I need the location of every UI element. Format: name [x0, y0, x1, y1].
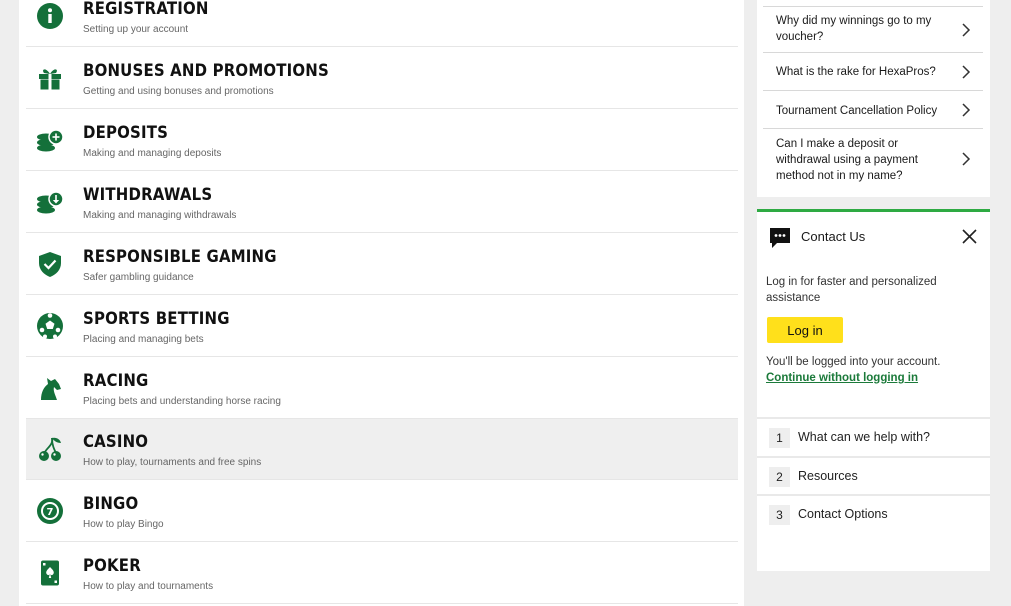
category-description: Placing and managing bets: [83, 334, 204, 345]
category-casino[interactable]: CASINO How to play, tournaments and free…: [26, 419, 738, 480]
category-bonuses[interactable]: BONUSES AND PROMOTIONS Getting and using…: [26, 48, 738, 109]
faq-item[interactable]: Can I make a deposit or withdrawal using…: [763, 128, 983, 188]
logged-in-note: You'll be logged into your account.: [766, 356, 941, 368]
faq-question: Tournament Cancellation Policy: [776, 105, 938, 117]
playing-card-icon: [35, 558, 65, 588]
step-number: 2: [769, 467, 790, 487]
soccer-ball-icon: [35, 311, 65, 341]
category-title: REGISTRATION: [83, 0, 209, 19]
contact-title: Contact Us: [801, 229, 866, 244]
chevron-right-icon: [962, 64, 971, 79]
faq-question: Can I make a deposit or withdrawal using…: [776, 138, 918, 182]
faq-list: Why did my winnings go to my voucher? Wh…: [757, 0, 990, 197]
svg-text:7: 7: [47, 507, 54, 518]
category-racing[interactable]: RACING Placing bets and understanding ho…: [26, 358, 738, 419]
category-responsible-gaming[interactable]: RESPONSIBLE GAMING Safer gambling guidan…: [26, 234, 738, 295]
close-icon[interactable]: [962, 229, 977, 244]
shield-check-icon: [35, 249, 65, 279]
step-label: Contact Options: [798, 507, 888, 521]
category-description: How to play and tournaments: [83, 581, 214, 592]
chevron-right-icon: [962, 102, 971, 117]
step-number: 1: [769, 428, 790, 448]
category-description: Making and managing withdrawals: [83, 210, 237, 221]
category-deposits[interactable]: DEPOSITS Making and managing deposits: [26, 110, 738, 171]
chevron-right-icon: [962, 22, 971, 37]
category-title: BONUSES AND PROMOTIONS: [83, 61, 329, 81]
category-poker[interactable]: POKER How to play and tournaments: [26, 543, 738, 604]
faq-item[interactable]: Why did my winnings go to my voucher?: [763, 6, 983, 52]
faq-question: What is the rake for HexaPros?: [776, 66, 936, 78]
category-title: POKER: [83, 556, 141, 576]
category-description: How to play, tournaments and free spins: [83, 457, 262, 468]
gift-icon: [35, 63, 65, 93]
continue-without-login-link[interactable]: Continue without logging in: [766, 372, 918, 384]
category-description: Safer gambling guidance: [83, 272, 194, 283]
coins-plus-icon: [35, 125, 65, 155]
step-help-topic[interactable]: 1 What can we help with?: [757, 417, 990, 455]
contact-us-panel: Contact Us Log in for faster and persona…: [757, 209, 990, 571]
step-resources[interactable]: 2 Resources: [757, 456, 990, 494]
category-registration[interactable]: REGISTRATION Setting up your account: [26, 0, 738, 47]
chevron-right-icon: [962, 151, 971, 166]
category-title: BINGO: [83, 494, 139, 514]
category-description: Getting and using bonuses and promotions: [83, 86, 274, 97]
category-title: RACING: [83, 371, 149, 391]
category-title: RESPONSIBLE GAMING: [83, 247, 277, 267]
category-description: Setting up your account: [83, 24, 189, 35]
category-title: WITHDRAWALS: [83, 185, 213, 205]
category-bingo[interactable]: 7 BINGO How to play Bingo: [26, 481, 738, 542]
category-description: Making and managing deposits: [83, 148, 222, 159]
category-title: SPORTS BETTING: [83, 309, 230, 329]
category-title: DEPOSITS: [83, 123, 169, 143]
coins-down-icon: [35, 187, 65, 217]
faq-question: Why did my winnings go to my voucher?: [776, 15, 932, 43]
category-title: CASINO: [83, 432, 149, 452]
horse-icon: [35, 373, 65, 403]
category-description: How to play Bingo: [83, 519, 164, 530]
step-number: 3: [769, 505, 790, 525]
bingo-ball-icon: 7: [35, 496, 65, 526]
step-label: Resources: [798, 469, 858, 483]
cherries-icon: [35, 434, 65, 464]
login-button[interactable]: Log in: [767, 317, 843, 343]
step-contact-options[interactable]: 3 Contact Options: [757, 494, 990, 532]
category-withdrawals[interactable]: WITHDRAWALS Making and managing withdraw…: [26, 172, 738, 233]
faq-item[interactable]: What is the rake for HexaPros?: [763, 52, 983, 90]
login-prompt: Log in for faster and personalized assis…: [766, 276, 937, 304]
faq-item[interactable]: Tournament Cancellation Policy: [763, 90, 983, 128]
category-sports-betting[interactable]: SPORTS BETTING Placing and managing bets: [26, 296, 738, 357]
info-icon: [35, 1, 65, 31]
help-categories-panel: REGISTRATION Setting up your account BON…: [19, 0, 744, 606]
category-description: Placing bets and understanding horse rac…: [83, 396, 281, 407]
step-label: What can we help with?: [798, 430, 931, 444]
chat-bubble-icon: [770, 228, 790, 248]
